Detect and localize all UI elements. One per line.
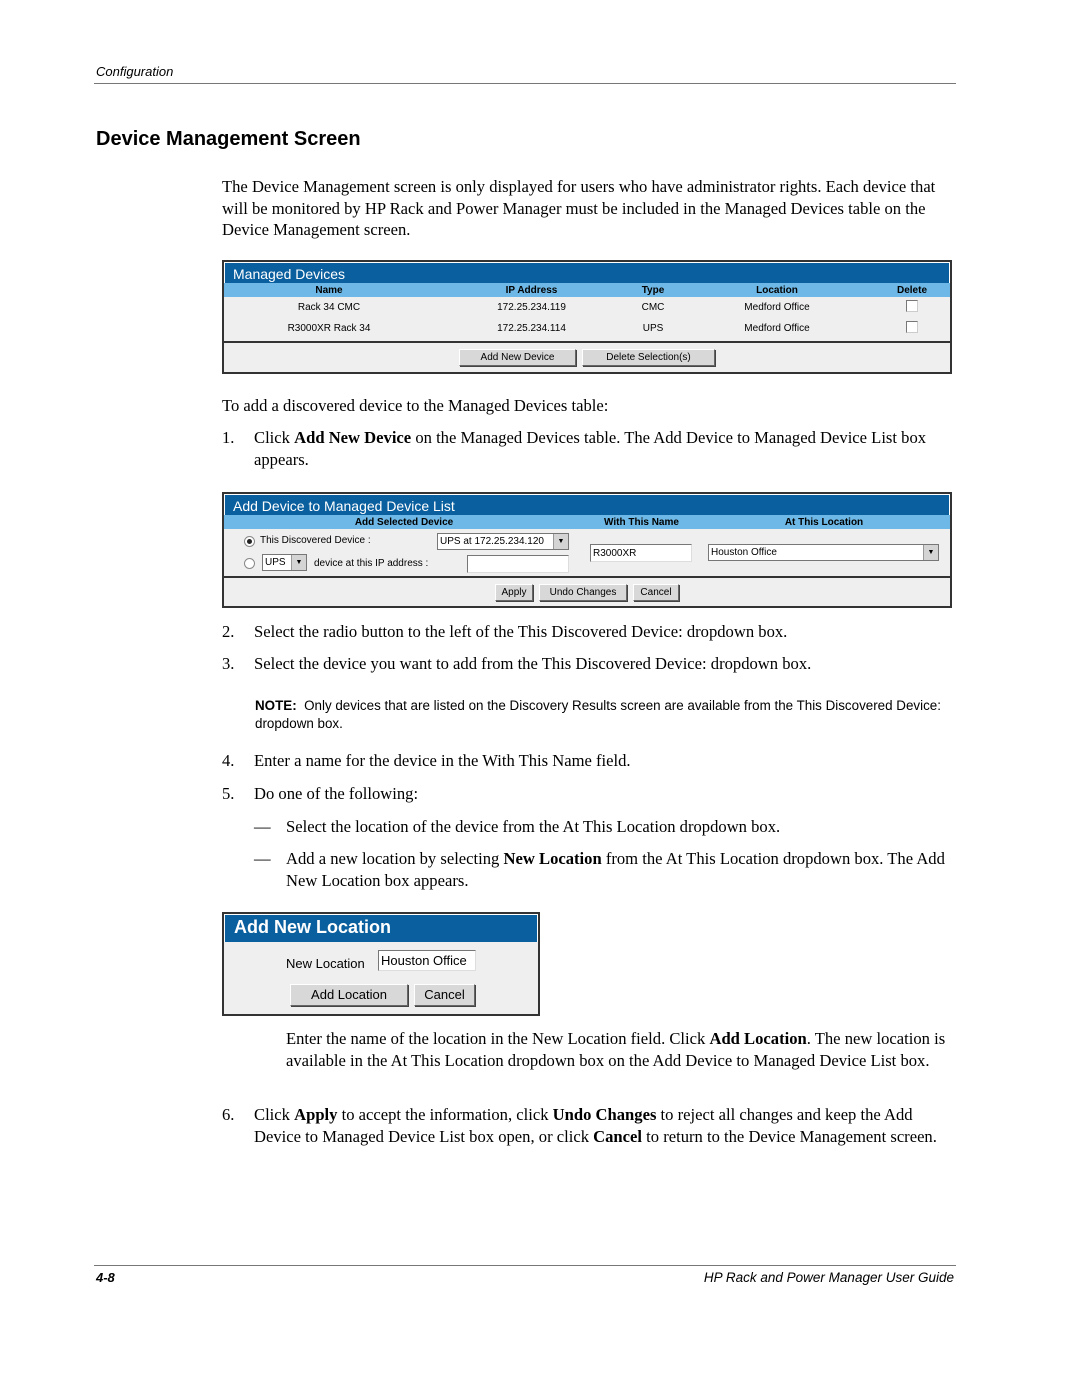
step-text: Do one of the following: [254,784,419,803]
note-label: NOTE: [255,698,297,713]
column-header-type: Type [641,284,665,296]
column-header-location: Location [756,284,798,296]
step-number: 1. [222,428,235,447]
page-number: 4-8 [96,1270,115,1285]
column-header-name: Name [315,284,343,296]
option-bold: New Location [503,849,602,868]
step-number: 5. [222,784,235,803]
option-select-location: — Select the location of the device from… [254,816,957,838]
chevron-down-icon: ▼ [553,534,568,549]
device-name-input[interactable]: R3000XR [590,544,692,562]
new-location-label: New Location [286,956,365,971]
device-name: R3000XR Rack 34 [287,323,371,334]
note: NOTE: Only devices that are listed on th… [255,697,955,733]
add-location-button[interactable]: Add Location [290,984,408,1006]
chevron-down-icon: ▼ [923,545,938,560]
table-row: R3000XR Rack 34 172.25.234.114 UPS Medfo… [224,318,950,339]
intro-paragraph: The Device Management screen is only dis… [222,177,936,239]
add-location-cancel-button[interactable]: Cancel [414,984,475,1006]
device-ip: 172.25.234.114 [497,323,566,334]
step-text: Select the device you want to add from t… [254,654,812,673]
column-header-at-location: At This Location [784,516,864,528]
step-text: Enter a name for the device in the With … [254,751,631,770]
add-device-header: Add Selected Device With This Name At Th… [224,515,950,529]
discovered-device-radio[interactable] [244,536,255,547]
add-device-footer: Apply Undo Changes Cancel [224,576,950,606]
cancel-button[interactable]: Cancel [633,583,679,601]
step-bold: Cancel [593,1126,642,1146]
step-number: 6. [222,1105,235,1124]
location-paragraph: Enter the name of the location in the Ne… [286,1028,961,1071]
step-text: to accept the information, click [337,1105,553,1124]
step-5: 5. Do one of the following: [222,783,957,805]
delete-checkbox[interactable] [906,300,918,312]
dash-marker: — [254,817,271,836]
apply-button[interactable]: Apply [495,583,533,601]
option-text: Select the location of the device from t… [286,817,781,836]
ip-address-label: device at this IP address : [314,558,429,569]
add-location-title: Add New Location [224,914,538,942]
column-header-add-selected: Add Selected Device [354,516,454,528]
step-2: 2. Select the radio button to the left o… [222,621,957,643]
discovered-device-dropdown[interactable]: UPS at 172.25.234.120 ▼ [437,533,569,550]
step-number: 3. [222,654,235,673]
step-1: 1. Click Add New Device on the Managed D… [222,427,957,470]
para-text: Enter the name of the location in the Ne… [286,1029,710,1048]
step-number: 4. [222,751,235,770]
delete-checkbox[interactable] [906,321,918,333]
delete-selections-button[interactable]: Delete Selection(s) [582,349,715,366]
table-row: Rack 34 CMC 172.25.234.119 CMC Medford O… [224,297,950,318]
step-text: Click [254,428,295,447]
device-type: UPS [642,323,664,334]
managed-devices-panel: Managed Devices Name IP Address Type Loc… [222,260,952,374]
managed-devices-footer: Add New Device Delete Selection(s) [224,341,950,372]
add-location-panel: Add New Location New Location Houston Of… [222,912,540,1016]
step-bold: Apply [294,1105,338,1124]
step-3: 3. Select the device you want to add fro… [222,653,957,675]
ip-address-radio[interactable] [244,558,255,569]
managed-devices-title: Managed Devices [224,262,950,283]
dropdown-value: UPS at 172.25.234.120 [440,536,544,547]
managed-devices-header: Name IP Address Type Location Delete [224,283,950,297]
running-head: Configuration [96,64,174,79]
dropdown-value: Houston Office [711,547,777,558]
location-dropdown[interactable]: Houston Office ▼ [708,544,939,561]
add-new-device-button[interactable]: Add New Device [459,349,576,366]
column-header-ip: IP Address [505,284,558,296]
footer-rule [94,1265,956,1266]
column-header-delete: Delete [896,284,927,296]
step-text: to return to the Device Management scree… [642,1126,937,1146]
step-number: 2. [222,622,235,641]
para-bold: Add Location [709,1029,807,1048]
device-type: CMC [641,302,665,313]
book-title: HP Rack and Power Manager User Guide [703,1270,954,1285]
add-device-title: Add Device to Managed Device List [224,494,950,515]
add-intro: To add a discovered device to the Manage… [222,396,609,415]
device-location: Medford Office [744,323,810,334]
column-header-with-name: With This Name [604,516,679,528]
option-text: Add a new location by selecting [286,849,504,868]
option-new-location: — Add a new location by selecting New Lo… [254,848,957,891]
section-title: Device Management Screen [96,128,361,150]
device-location: Medford Office [744,302,810,313]
add-device-panel: Add Device to Managed Device List Add Se… [222,492,952,608]
undo-changes-button[interactable]: Undo Changes [539,583,627,601]
header-rule [94,83,956,84]
step-4: 4. Enter a name for the device in the Wi… [222,750,957,772]
step-6: 6. Click Apply to accept the information… [222,1104,957,1147]
device-name: Rack 34 CMC [297,302,361,313]
device-type-dropdown[interactable]: UPS ▼ [262,554,307,571]
step-bold: Add New Device [294,428,412,447]
step-bold: Undo Changes [552,1105,657,1124]
ip-address-input[interactable] [467,555,569,573]
dash-marker: — [254,849,271,868]
device-ip: 172.25.234.119 [497,302,566,313]
dropdown-value: UPS [265,557,286,568]
note-text: Only devices that are listed on the Disc… [255,698,941,731]
chevron-down-icon: ▼ [291,555,306,570]
step-text: Click [254,1105,295,1124]
new-location-input[interactable]: Houston Office [378,950,476,971]
discovered-device-label: This Discovered Device : [260,535,371,546]
step-text: Select the radio button to the left of t… [254,622,788,641]
